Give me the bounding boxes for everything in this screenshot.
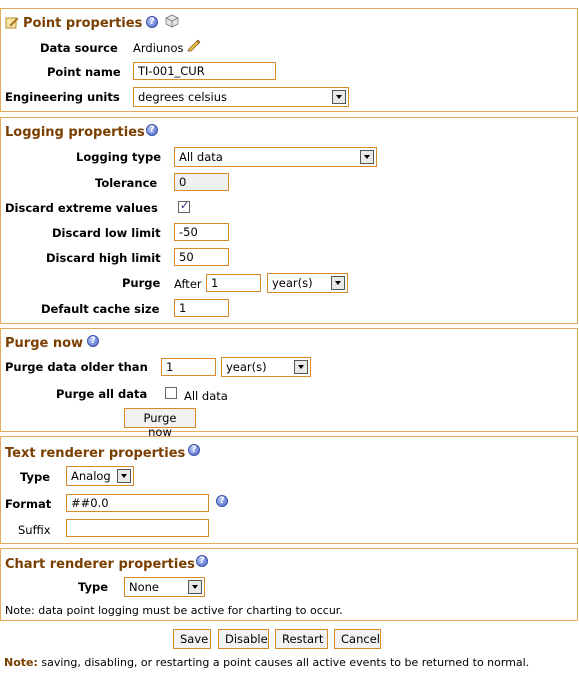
purge-older-than-unit-value: year(s) bbox=[226, 360, 267, 374]
engineering-units-label: Engineering units bbox=[5, 90, 120, 104]
footer-note: Note: saving, disabling, or restarting a… bbox=[4, 656, 529, 669]
purge-period-unit-value: year(s) bbox=[272, 276, 313, 290]
chart-type-label: Type bbox=[78, 580, 109, 594]
chart-type-value: None bbox=[129, 580, 160, 594]
logging-type-select[interactable]: All data bbox=[174, 147, 377, 167]
text-type-label: Type bbox=[20, 470, 51, 484]
purge-all-label: Purge all data bbox=[56, 387, 148, 401]
point-name-label: Point name bbox=[47, 65, 121, 79]
disable-button[interactable]: Disable bbox=[218, 629, 269, 649]
format-label: Format bbox=[5, 497, 52, 511]
chevron-down-icon[interactable] bbox=[332, 90, 346, 104]
chevron-down-icon[interactable] bbox=[360, 150, 374, 164]
purge-after-text: After bbox=[174, 277, 202, 291]
default-cache-input[interactable]: 1 bbox=[174, 299, 229, 317]
chevron-down-icon[interactable] bbox=[188, 580, 202, 594]
section-title: Purge now bbox=[5, 336, 84, 351]
discard-extreme-label: Discard extreme values bbox=[5, 201, 158, 215]
text-type-select[interactable]: Analog bbox=[66, 466, 134, 486]
discard-low-input[interactable]: -50 bbox=[174, 223, 229, 241]
help-icon[interactable]: ? bbox=[87, 335, 99, 347]
text-renderer-section: Text renderer properties ? Type Analog F… bbox=[0, 436, 578, 544]
cube-icon[interactable] bbox=[165, 14, 179, 28]
engineering-units-select[interactable]: degrees celsius bbox=[133, 87, 349, 107]
help-icon[interactable]: ? bbox=[216, 495, 228, 507]
tolerance-label: Tolerance bbox=[95, 176, 158, 190]
purge-now-button[interactable]: Purge now bbox=[124, 408, 196, 439]
logging-type-value: All data bbox=[179, 150, 223, 164]
default-cache-label: Default cache size bbox=[41, 302, 160, 316]
help-icon[interactable]: ? bbox=[188, 444, 200, 456]
purge-period-input[interactable]: 1 bbox=[206, 274, 261, 292]
logging-properties-section: Logging properties ? Logging type All da… bbox=[0, 117, 578, 324]
all-data-text: All data bbox=[184, 389, 228, 403]
help-icon[interactable]: ? bbox=[146, 16, 158, 28]
purge-older-than-label: Purge data older than bbox=[5, 360, 148, 374]
purge-older-than-unit-select[interactable]: year(s) bbox=[221, 357, 311, 377]
data-source-value: Ardiunos bbox=[133, 41, 184, 55]
suffix-label: Suffix bbox=[18, 523, 51, 537]
purge-all-checkbox[interactable] bbox=[165, 387, 177, 399]
discard-low-label: Discard low limit bbox=[52, 226, 161, 240]
purge-period-unit-select[interactable]: year(s) bbox=[267, 273, 348, 293]
suffix-input[interactable] bbox=[66, 519, 209, 537]
chart-type-select[interactable]: None bbox=[124, 577, 205, 597]
save-button[interactable]: Save bbox=[173, 629, 211, 649]
section-title: Logging properties bbox=[5, 125, 145, 140]
discard-high-input[interactable]: 50 bbox=[174, 248, 229, 266]
discard-extreme-checkbox[interactable] bbox=[178, 199, 190, 213]
point-properties-section: Point properties ? Data source Ardiunos … bbox=[0, 8, 578, 112]
edit-icon bbox=[5, 17, 19, 29]
edit-data-source-icon[interactable] bbox=[187, 38, 201, 52]
purge-older-than-input[interactable]: 1 bbox=[161, 358, 216, 376]
text-type-value: Analog bbox=[71, 469, 111, 483]
engineering-units-value: degrees celsius bbox=[138, 90, 228, 104]
data-source-label: Data source bbox=[40, 41, 118, 55]
logging-type-label: Logging type bbox=[76, 150, 162, 164]
format-input[interactable]: ##0.0 bbox=[66, 494, 209, 512]
point-name-input[interactable]: TI-001_CUR bbox=[133, 62, 276, 80]
chevron-down-icon[interactable] bbox=[331, 276, 345, 290]
tolerance-input[interactable]: 0 bbox=[174, 173, 229, 191]
chevron-down-icon[interactable] bbox=[117, 469, 131, 483]
chevron-down-icon[interactable] bbox=[294, 360, 308, 374]
help-icon[interactable]: ? bbox=[146, 124, 158, 136]
chart-renderer-section: Chart renderer properties ? Type None No… bbox=[0, 548, 578, 621]
restart-button[interactable]: Restart bbox=[275, 629, 328, 649]
purge-label: Purge bbox=[122, 276, 161, 290]
purge-now-section: Purge now ? Purge data older than 1 year… bbox=[0, 328, 578, 439]
cancel-button[interactable]: Cancel bbox=[334, 629, 381, 649]
section-title: Point properties bbox=[23, 16, 143, 31]
chart-note-text: Note: data point logging must be active … bbox=[5, 604, 343, 617]
footer-note-text: saving, disabling, or restarting a point… bbox=[37, 656, 530, 669]
section-title: Chart renderer properties bbox=[5, 557, 195, 572]
footer-note-prefix: Note: bbox=[4, 656, 38, 669]
help-icon[interactable]: ? bbox=[196, 555, 208, 567]
section-title: Text renderer properties bbox=[5, 446, 186, 461]
discard-high-label: Discard high limit bbox=[46, 251, 161, 265]
